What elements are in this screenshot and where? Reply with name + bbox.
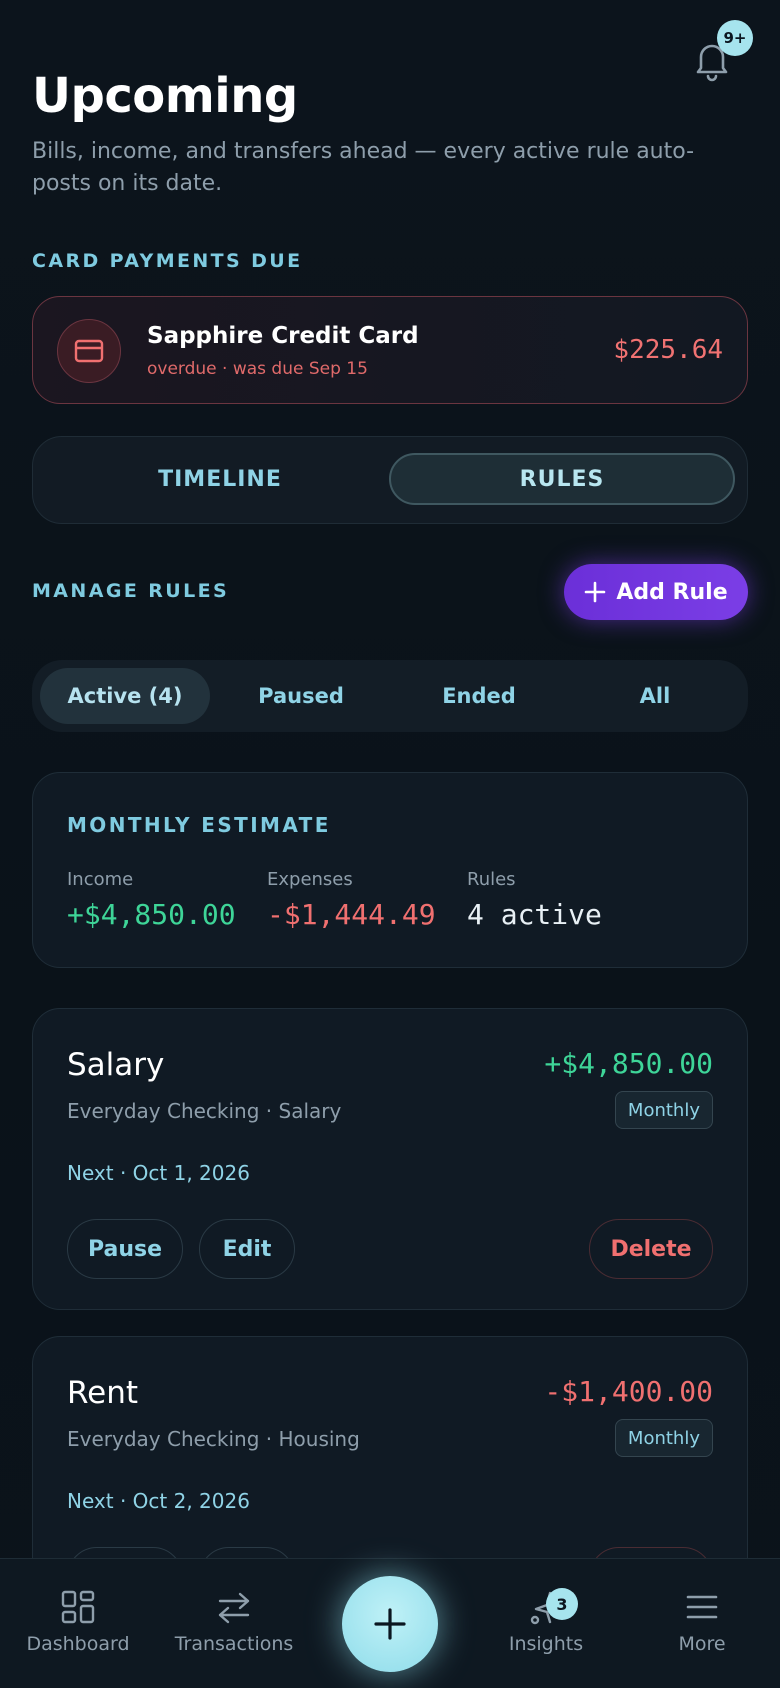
credit-card-icon xyxy=(57,319,121,383)
estimate-rules: Rules 4 active xyxy=(467,869,602,931)
expenses-label: Expenses xyxy=(267,869,353,890)
nav-more-label: More xyxy=(678,1633,726,1655)
add-rule-button[interactable]: Add Rule xyxy=(564,564,748,620)
filter-all[interactable]: All xyxy=(570,668,740,724)
estimate-expenses: Expenses -$1,444.49 xyxy=(267,869,436,931)
pause-button[interactable]: Pause xyxy=(67,1219,183,1279)
notifications-badge: 9+ xyxy=(717,20,753,56)
rule-filter-bar: Active (4) Paused Ended All xyxy=(32,660,748,732)
card-due-status: overdue · was due Sep 15 xyxy=(147,359,368,379)
dashboard-icon xyxy=(61,1590,95,1624)
page-subtitle: Bills, income, and transfers ahead — eve… xyxy=(32,139,695,196)
filter-active[interactable]: Active (4) xyxy=(40,668,210,724)
rule-amount: -$1,400.00 xyxy=(544,1375,713,1408)
estimate-title: MONTHLY ESTIMATE xyxy=(67,813,331,837)
nav-more[interactable]: More xyxy=(627,1589,777,1655)
estimate-income: Income +$4,850.00 xyxy=(67,869,236,931)
add-transaction-button[interactable] xyxy=(342,1576,438,1672)
plus-icon xyxy=(585,581,606,603)
income-label: Income xyxy=(67,869,134,890)
insights-badge: 3 xyxy=(546,1588,578,1620)
monthly-estimate-card: MONTHLY ESTIMATE Income +$4,850.00 Expen… xyxy=(32,772,748,968)
nav-insights-label: Insights xyxy=(508,1633,584,1655)
filter-ended[interactable]: Ended xyxy=(394,668,564,724)
expenses-value: -$1,444.49 xyxy=(267,898,436,931)
transfer-arrows-icon xyxy=(218,1592,250,1624)
card-due-amount: $225.64 xyxy=(613,335,723,365)
tab-timeline[interactable]: TIMELINE xyxy=(47,453,393,505)
page-title: Upcoming xyxy=(32,68,298,124)
nav-dashboard[interactable]: Dashboard xyxy=(3,1589,153,1655)
rule-account-category: Everyday Checking · Housing xyxy=(67,1427,360,1451)
rules-value: 4 active xyxy=(467,898,602,931)
frequency-badge: Monthly xyxy=(614,1419,713,1457)
add-rule-label: Add Rule xyxy=(616,579,728,605)
rule-name: Rent xyxy=(67,1375,139,1411)
edit-button[interactable]: Edit xyxy=(199,1219,295,1279)
rule-account-category: Everyday Checking · Salary xyxy=(67,1099,342,1123)
plus-icon xyxy=(374,1608,406,1640)
rule-next-date: Next · Oct 1, 2026 xyxy=(67,1161,250,1185)
upcoming-screen: 9+ Upcoming Bills, income, and transfers… xyxy=(0,0,780,1688)
income-value: +$4,850.00 xyxy=(67,898,236,931)
rule-name: Salary xyxy=(67,1047,165,1083)
nav-transactions-label: Transactions xyxy=(174,1633,294,1655)
delete-button[interactable]: Delete xyxy=(589,1219,713,1279)
rule-amount: +$4,850.00 xyxy=(544,1047,713,1080)
rule-card: Salary +$4,850.00 Everyday Checking · Sa… xyxy=(32,1008,748,1310)
frequency-badge: Monthly xyxy=(614,1091,713,1129)
card-payment-item[interactable]: Sapphire Credit Card overdue · was due S… xyxy=(32,296,748,404)
nav-transactions[interactable]: Transactions xyxy=(159,1589,309,1655)
rules-label: Rules xyxy=(467,869,516,890)
menu-icon xyxy=(686,1595,718,1619)
nav-dashboard-label: Dashboard xyxy=(26,1633,130,1655)
tab-rules[interactable]: RULES xyxy=(389,453,735,505)
rule-next-date: Next · Oct 2, 2026 xyxy=(67,1489,250,1513)
view-toggle: TIMELINE RULES xyxy=(32,436,748,524)
manage-rules-heading: MANAGE RULES xyxy=(32,580,230,602)
card-payments-heading: CARD PAYMENTS DUE xyxy=(32,250,303,272)
card-name: Sapphire Credit Card xyxy=(147,323,419,349)
filter-paused[interactable]: Paused xyxy=(216,668,386,724)
